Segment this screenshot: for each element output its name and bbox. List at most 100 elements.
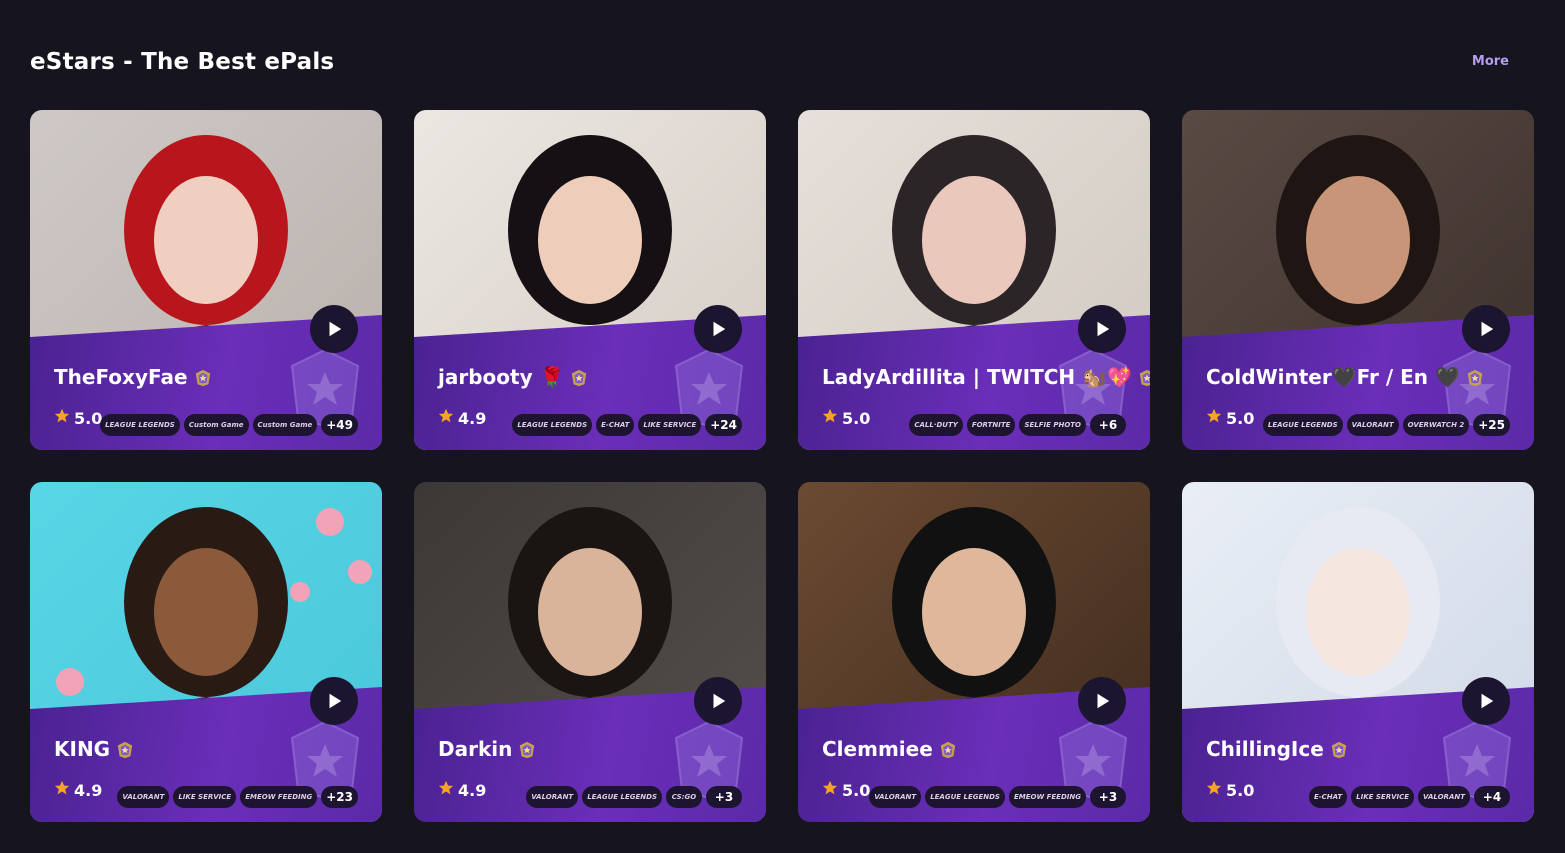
play-icon <box>1481 693 1494 709</box>
game-tag: CALL·DUTY <box>909 414 963 436</box>
epal-name-row: TheFoxyFae <box>54 365 362 389</box>
play-voice-button[interactable] <box>694 677 742 725</box>
section-title: eStars - The Best ePals <box>30 49 335 75</box>
rating: 5.0 <box>54 408 102 428</box>
verified-badge-icon <box>194 368 212 387</box>
more-games-count: +3 <box>706 786 742 808</box>
star-icon <box>1206 780 1222 800</box>
rating-value: 4.9 <box>74 780 103 800</box>
game-tag: VALORANT <box>117 786 170 808</box>
game-tags: LEAGUE LEGENDS VALORANT OVERWATCH 2 +25 <box>1262 414 1510 436</box>
play-voice-button[interactable] <box>694 305 742 353</box>
game-tag: VALORANT <box>1346 414 1399 436</box>
epal-name: Clemmiee <box>822 737 933 761</box>
play-voice-button[interactable] <box>1078 305 1126 353</box>
play-icon <box>713 693 726 709</box>
game-tag: EMEOW FEEDING <box>240 786 318 808</box>
epal-name: ColdWinter🖤Fr / En 🖤 <box>1206 365 1460 389</box>
game-tag: LEAGUE LEGENDS <box>582 786 662 808</box>
epal-name-row: jarbooty 🌹 <box>438 365 746 389</box>
play-icon <box>1097 693 1110 709</box>
rating: 4.9 <box>54 780 102 800</box>
star-icon <box>54 780 70 800</box>
epal-name-row: ChillingIce <box>1206 737 1514 761</box>
epal-name-row: KING <box>54 737 362 761</box>
more-games-count: +4 <box>1474 786 1510 808</box>
game-tag: E-CHAT <box>1308 786 1348 808</box>
play-icon <box>713 321 726 337</box>
game-tag: LIKE SERVICE <box>1351 786 1415 808</box>
epal-name: ChillingIce <box>1206 737 1324 761</box>
rating-value: 5.0 <box>842 408 871 428</box>
verified-badge-icon <box>518 740 536 759</box>
more-games-count: +49 <box>321 414 358 436</box>
star-icon <box>438 408 454 428</box>
epal-name: jarbooty 🌹 <box>438 365 565 389</box>
epal-card[interactable]: TheFoxyFae 5.0 LEAGUE LEGENDS Custom Game… <box>30 110 382 450</box>
epal-card[interactable]: jarbooty 🌹 4.9 LEAGUE LEGENDS E-CHAT LIKE … <box>414 110 766 450</box>
rating: 5.0 <box>822 408 870 428</box>
play-icon <box>1481 321 1494 337</box>
game-tag: LEAGUE LEGENDS <box>1262 414 1343 436</box>
epal-name: KING <box>54 737 111 761</box>
game-tag: EMEOW FEEDING <box>1008 786 1086 808</box>
section-header: eStars - The Best ePals More <box>30 44 1535 80</box>
game-tag: FORTNITE <box>966 414 1016 436</box>
star-icon <box>54 408 70 428</box>
game-tag: VALORANT <box>526 786 579 808</box>
more-games-count: +25 <box>1473 414 1510 436</box>
verified-badge-icon <box>1330 740 1348 759</box>
epal-name-row: ColdWinter🖤Fr / En 🖤 <box>1206 365 1514 389</box>
game-tag: LEAGUE LEGENDS <box>512 414 593 436</box>
rating-value: 5.0 <box>842 780 871 800</box>
game-tags: LEAGUE LEGENDS E-CHAT LIKE SERVICE +24 <box>512 414 742 436</box>
game-tags: VALORANT LEAGUE LEGENDS EMEOW FEEDING +3 <box>869 786 1126 808</box>
game-tags: VALORANT LEAGUE LEGENDS CS:GO +3 <box>526 786 742 808</box>
game-tags: E-CHAT LIKE SERVICE VALORANT +4 <box>1308 786 1510 808</box>
rating: 4.9 <box>438 780 486 800</box>
more-games-count: +24 <box>705 414 742 436</box>
star-icon <box>822 780 838 800</box>
more-games-count: +23 <box>321 786 358 808</box>
rating: 5.0 <box>1206 780 1254 800</box>
play-voice-button[interactable] <box>1462 677 1510 725</box>
epal-name: LadyArdillita | TWITCH 🐿️💖 <box>822 365 1132 389</box>
game-tag: LEAGUE LEGENDS <box>100 414 180 436</box>
more-games-count: +3 <box>1090 786 1126 808</box>
game-tags: VALORANT LIKE SERVICE EMEOW FEEDING +23 <box>117 786 358 808</box>
rating-value: 4.9 <box>458 408 487 428</box>
more-link[interactable]: More <box>1472 52 1509 72</box>
play-voice-button[interactable] <box>310 677 358 725</box>
game-tag: VALORANT <box>1418 786 1470 808</box>
play-icon <box>1097 321 1110 337</box>
play-voice-button[interactable] <box>310 305 358 353</box>
rating: 5.0 <box>1206 408 1254 428</box>
verified-badge-icon <box>1466 368 1484 387</box>
rating-value: 5.0 <box>1226 780 1255 800</box>
epal-card[interactable]: ColdWinter🖤Fr / En 🖤 5.0 LEAGUE LEGENDS V… <box>1182 110 1534 450</box>
epal-card[interactable]: KING 4.9 VALORANT LIKE SERVICE EMEOW FEEDI… <box>30 482 382 822</box>
game-tag: VALORANT <box>869 786 922 808</box>
epal-card[interactable]: Clemmiee 5.0 VALORANT LEAGUE LEGENDS EMEOW… <box>798 482 1150 822</box>
game-tags: CALL·DUTY FORTNITE SELFIE PHOTO +6 <box>909 414 1126 436</box>
game-tag: Custom Game <box>183 414 249 436</box>
play-icon <box>329 321 342 337</box>
epal-card[interactable]: ChillingIce 5.0 E-CHAT LIKE SERVICE VALORA… <box>1182 482 1534 822</box>
verified-badge-icon <box>116 740 134 759</box>
game-tag: LIKE SERVICE <box>638 414 702 436</box>
rating-value: 4.9 <box>458 780 487 800</box>
verified-badge-icon <box>570 368 588 387</box>
epal-name-row: Clemmiee <box>822 737 1130 761</box>
rating-value: 5.0 <box>74 408 103 428</box>
epal-name-row: LadyArdillita | TWITCH 🐿️💖 <box>822 365 1150 389</box>
verified-badge-icon <box>939 740 957 759</box>
play-voice-button[interactable] <box>1462 305 1510 353</box>
epal-card[interactable]: Darkin 4.9 VALORANT LEAGUE LEGENDS CS:GO +… <box>414 482 766 822</box>
star-icon <box>822 408 838 428</box>
game-tag: OVERWATCH 2 <box>1402 414 1470 436</box>
epal-name: Darkin <box>438 737 513 761</box>
game-tag: E-CHAT <box>596 414 635 436</box>
epal-card[interactable]: LadyArdillita | TWITCH 🐿️💖 5.0 CALL·DUTY… <box>798 110 1150 450</box>
play-voice-button[interactable] <box>1078 677 1126 725</box>
game-tag: SELFIE PHOTO <box>1019 414 1086 436</box>
